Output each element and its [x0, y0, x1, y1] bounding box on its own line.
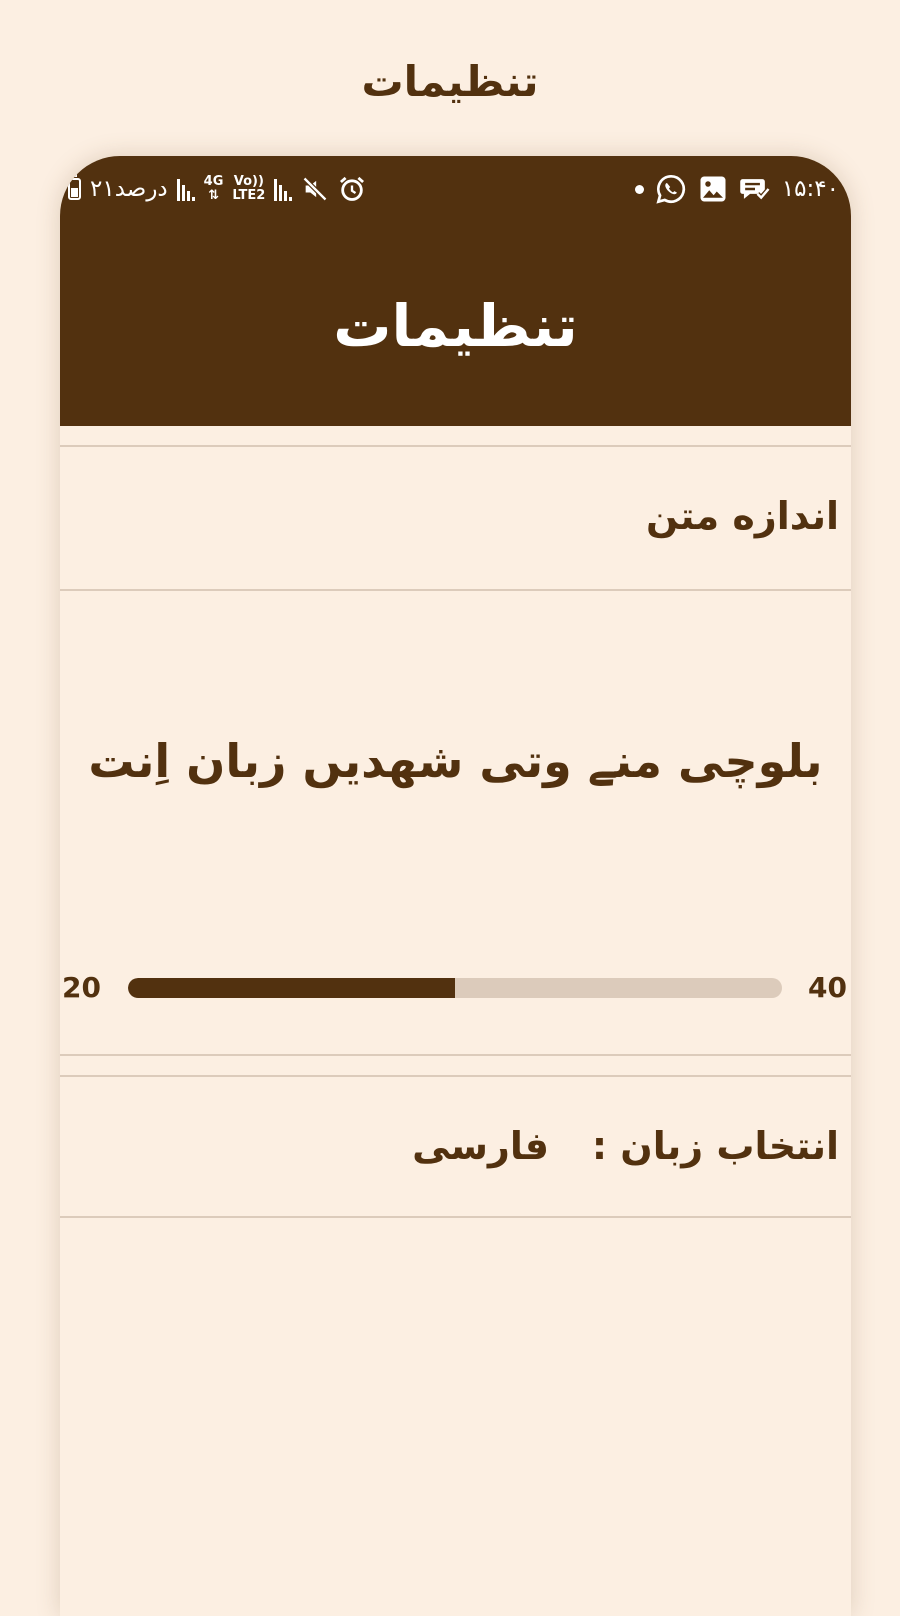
app-bar-title: تنظیمات [333, 292, 578, 360]
slider-track[interactable] [128, 978, 782, 998]
slider-min-label: 20 [62, 971, 101, 1004]
language-row[interactable]: انتخاب زبان : فارسی [60, 1077, 851, 1217]
divider [60, 1054, 851, 1056]
battery-icon [68, 174, 81, 200]
status-bar: ۲۱درصد 4G ⇅ Vo)) LTE2 ۱۵:۴۰ [60, 156, 851, 226]
dot-icon [634, 184, 644, 194]
network-arrows-icon: ⇅ [208, 188, 219, 203]
text-size-row: اندازه متن [60, 447, 851, 589]
network-icon: 4G ⇅ [204, 175, 224, 203]
alarm-icon [340, 176, 365, 201]
slider-fill [128, 978, 455, 998]
divider [60, 589, 851, 591]
status-bar-right: ۱۵:۴۰ [634, 172, 839, 206]
phone-screen: ۲۱درصد 4G ⇅ Vo)) LTE2 ۱۵:۴۰ تنظیمات اندا… [60, 156, 851, 1616]
volte-icon: Vo)) LTE2 [232, 175, 265, 203]
language-value[interactable]: فارسی [412, 1121, 549, 1171]
language-label: انتخاب زبان : [591, 1124, 839, 1168]
status-time: ۱۵:۴۰ [781, 176, 839, 202]
gallery-icon [700, 176, 726, 202]
divider [60, 1216, 851, 1218]
signal-icon [274, 177, 293, 201]
slider-max-label: 40 [808, 971, 847, 1004]
mute-icon [303, 176, 328, 202]
battery-percentage: ۲۱درصد [90, 176, 168, 202]
network-type-label: 4G [203, 174, 224, 189]
volte-label: Vo)) [233, 174, 264, 189]
text-size-label: اندازه متن [645, 494, 839, 538]
chat-check-icon [740, 179, 771, 202]
text-size-slider[interactable]: 20 40 [60, 964, 851, 1012]
status-bar-left: ۲۱درصد 4G ⇅ Vo)) LTE2 [68, 172, 366, 206]
whatsapp-icon [656, 174, 685, 204]
app-bar: تنظیمات [60, 226, 851, 426]
text-size-preview: بلوچی منے وتی شهدیں زبان اِنت [88, 734, 823, 788]
page-title: تنظیمات [361, 57, 539, 106]
lte-label: LTE2 [232, 188, 266, 203]
signal-icon [176, 177, 195, 201]
